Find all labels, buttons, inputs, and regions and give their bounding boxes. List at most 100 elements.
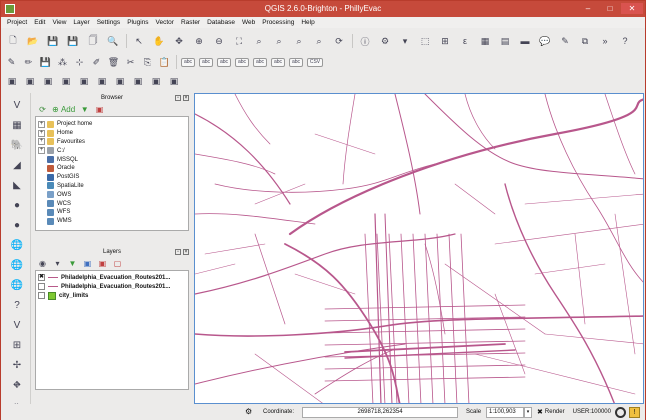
panel-close-icon[interactable]: × — [183, 95, 189, 101]
current-edits-icon[interactable]: ✎ — [5, 56, 18, 69]
minimize-button[interactable]: – — [579, 3, 597, 14]
add-vector-icon[interactable]: V — [9, 97, 25, 113]
browser-item[interactable]: + Home — [38, 129, 186, 138]
statistics-icon[interactable]: ▤ — [497, 33, 513, 49]
help-icon[interactable]: ? — [617, 33, 633, 49]
cut-features-icon[interactable]: ✂ — [124, 56, 137, 69]
menu-processing[interactable]: Processing — [262, 19, 294, 26]
add-delimited-text-icon[interactable]: ? — [9, 297, 25, 313]
add-spatialite-icon[interactable]: ◢ — [9, 157, 25, 173]
add-mssql-layer-icon[interactable]: ▣ — [77, 75, 91, 89]
zoom-next-icon[interactable]: ⌕ — [311, 33, 327, 49]
label-tool-icon[interactable]: abc — [181, 57, 195, 67]
highlight-pinned-icon[interactable]: abc — [199, 57, 213, 67]
panel-float-icon[interactable]: ▫ — [175, 249, 181, 255]
browser-tree[interactable]: + Project home + Home + Favourites + C:/ MSSQL Or… — [35, 116, 189, 231]
menu-raster[interactable]: Raster — [181, 19, 200, 26]
layer-item[interactable]: city_limits — [38, 291, 186, 300]
move-label-icon[interactable]: abc — [253, 57, 267, 67]
map-canvas[interactable] — [194, 93, 644, 404]
paste-features-icon[interactable]: 📋 — [158, 56, 171, 69]
panel-close-icon[interactable]: × — [183, 249, 189, 255]
zoom-out-icon[interactable]: ⊖ — [211, 33, 227, 49]
csv-icon[interactable]: CSV — [307, 57, 323, 67]
menu-database[interactable]: Database — [207, 19, 235, 26]
pin-labels-icon[interactable]: abc — [217, 57, 231, 67]
node-tool-icon[interactable]: ✐ — [90, 56, 103, 69]
filter-icon[interactable]: ▼ — [79, 104, 90, 115]
add-wms-layer-icon[interactable]: ▣ — [113, 75, 127, 89]
browser-item[interactable]: + Favourites — [38, 138, 186, 147]
map-tips-icon[interactable]: 💬 — [537, 33, 553, 49]
add-mssql-icon[interactable]: ◣ — [9, 177, 25, 193]
layers-tree[interactable]: ✖ Philadelphia_Evacuation_Routes201... Phi… — [35, 270, 189, 390]
add-postgis-icon[interactable]: 🐘 — [9, 137, 25, 153]
pan-to-selection-icon[interactable]: ✥ — [171, 33, 187, 49]
browser-item[interactable]: PostGIS — [38, 173, 186, 182]
menu-plugins[interactable]: Plugins — [127, 19, 148, 26]
save-as-icon[interactable]: 💾 — [65, 33, 81, 49]
panel-float-icon[interactable]: ▫ — [175, 95, 181, 101]
browser-item[interactable]: WMS — [38, 217, 186, 226]
layer-dropdown-icon[interactable]: ▾ — [52, 258, 63, 269]
layer-visibility-icon[interactable]: ◉ — [37, 258, 48, 269]
browser-item[interactable]: MSSQL — [38, 155, 186, 164]
menu-view[interactable]: View — [52, 19, 66, 26]
browser-item[interactable]: + Project home — [38, 120, 186, 129]
menu-edit[interactable]: Edit — [34, 19, 45, 26]
menu-project[interactable]: Project — [7, 19, 27, 26]
add-raster-icon[interactable]: ▦ — [9, 117, 25, 133]
add-db2-icon[interactable]: ● — [9, 217, 25, 233]
crs-status[interactable]: USER:100000 — [573, 409, 611, 415]
layer-item[interactable]: ✖ Philadelphia_Evacuation_Routes201... — [38, 273, 186, 282]
refresh-icon[interactable]: ⟳ — [37, 104, 48, 115]
identify-icon[interactable]: ⓘ — [357, 33, 373, 49]
add-wfs-icon[interactable]: 🌐 — [9, 277, 25, 293]
copy-features-icon[interactable]: ⎘ — [141, 56, 154, 69]
zoom-full-icon[interactable]: ⛶ — [231, 33, 247, 49]
measure-line-icon[interactable]: ▬ — [517, 33, 533, 49]
open-project-icon[interactable]: 📂 — [25, 33, 41, 49]
layer-item[interactable]: Philadelphia_Evacuation_Routes201... — [38, 282, 186, 291]
new-layer-icon[interactable]: ⊞ — [9, 337, 25, 353]
measure-icon[interactable]: ε — [457, 33, 473, 49]
show-bookmarks-icon[interactable]: ⧉ — [577, 33, 593, 49]
add-wcs-icon[interactable]: 🌐 — [9, 257, 25, 273]
filter-legend-icon[interactable]: ▼ — [67, 258, 78, 269]
browser-item[interactable]: WCS — [38, 199, 186, 208]
new-bookmark-icon[interactable]: ✎ — [557, 33, 573, 49]
text-annotation-icon[interactable]: » — [597, 33, 613, 49]
select-pointer-icon[interactable]: ↖ — [131, 33, 147, 49]
close-button[interactable]: ✕ — [621, 3, 643, 14]
collapse-all-icon[interactable]: ▣ — [94, 104, 105, 115]
add-virtual-layer-icon[interactable]: V — [9, 317, 25, 333]
rotate-label-icon[interactable]: abc — [271, 57, 285, 67]
coordinate-field[interactable]: 2698718,262354 — [302, 406, 459, 418]
select-features-icon[interactable]: ⚙ — [377, 33, 393, 49]
collapse-all-icon[interactable]: ▣ — [97, 258, 108, 269]
expand-icon[interactable]: + — [38, 147, 45, 155]
add-vector-layer-icon[interactable]: ▣ — [5, 75, 19, 89]
move-feature-icon[interactable]: ⊹ — [73, 56, 86, 69]
add-raster-layer-icon[interactable]: ▣ — [23, 75, 37, 89]
menu-help[interactable]: Help — [301, 19, 314, 26]
new-print-composer-icon[interactable]: 🗍 — [85, 33, 101, 49]
gps-tools-icon[interactable]: ✢ — [9, 357, 25, 373]
select-dropdown-icon[interactable]: ▾ — [397, 33, 413, 49]
refresh-icon[interactable]: ⟳ — [331, 33, 347, 49]
browser-item[interactable]: WFS — [38, 208, 186, 217]
scale-combobox[interactable]: 1:100,903 — [486, 406, 525, 418]
warning-icon[interactable]: ! — [628, 406, 640, 418]
crs-globe-icon[interactable] — [614, 406, 626, 418]
remove-layer-icon[interactable]: ▢ — [112, 258, 123, 269]
save-edits-icon[interactable]: 💾 — [39, 56, 52, 69]
deselect-icon[interactable]: ⬚ — [417, 33, 433, 49]
render-checkbox[interactable]: ✖ — [537, 408, 543, 416]
add-wcs-layer-icon[interactable]: ▣ — [131, 75, 145, 89]
add-oracle-icon[interactable]: ● — [9, 197, 25, 213]
new-shapefile-icon[interactable]: ▣ — [167, 75, 181, 89]
messages-icon[interactable]: ⚙ — [245, 407, 255, 417]
browser-item[interactable]: OWS — [38, 190, 186, 199]
menu-settings[interactable]: Settings — [97, 19, 121, 26]
expand-all-icon[interactable]: ▣ — [82, 258, 93, 269]
